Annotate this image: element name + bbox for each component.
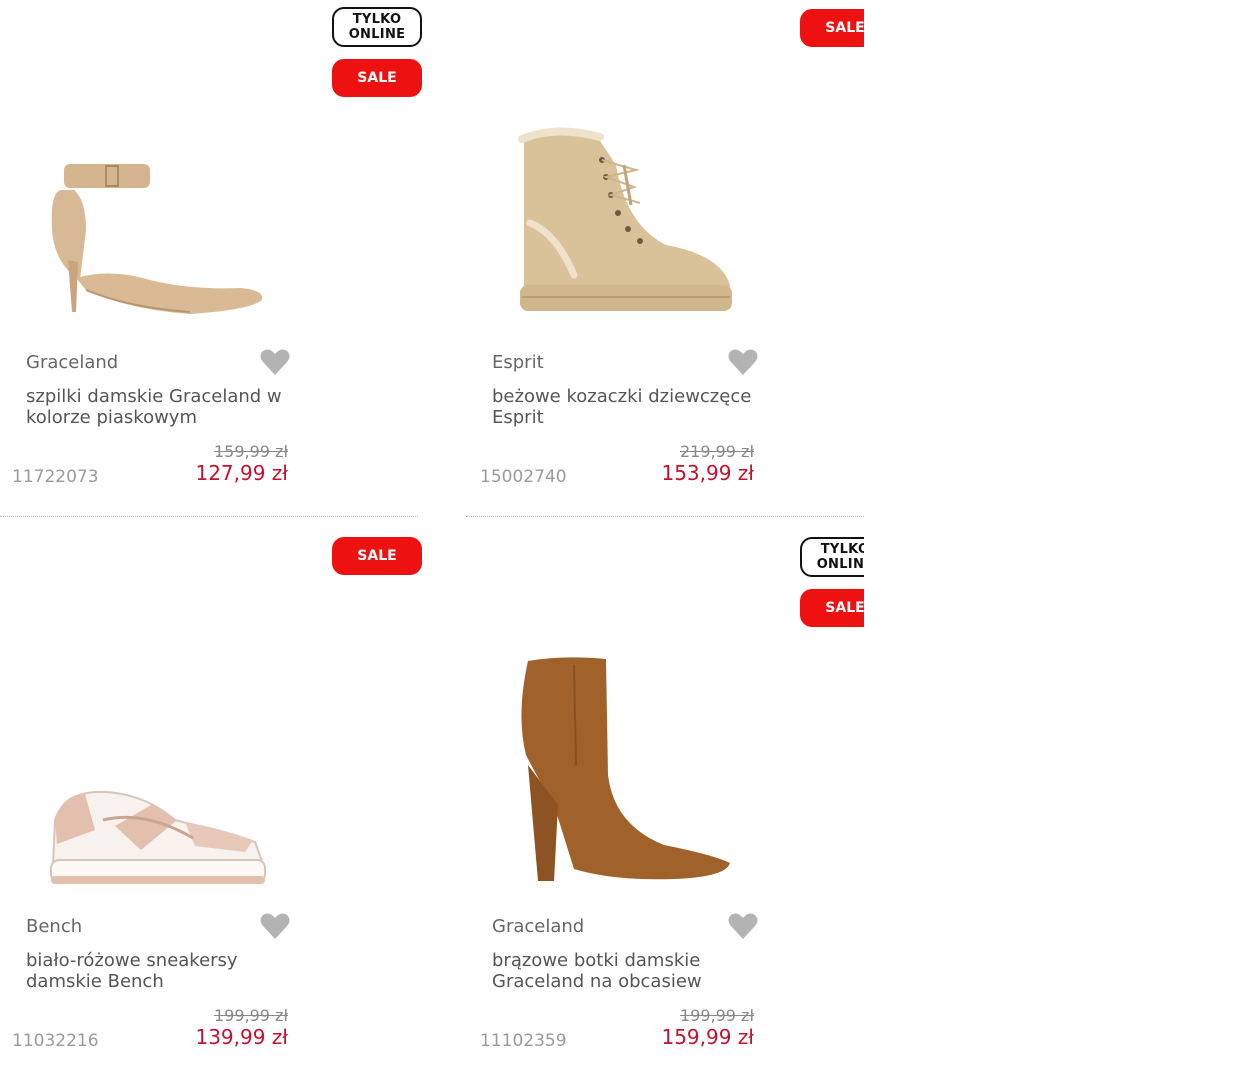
row-divider bbox=[466, 516, 864, 517]
product-card[interactable]: TYLKO ONLINE SALE Graceland brązowe botk… bbox=[466, 530, 886, 1051]
product-title[interactable]: biało-różowe sneakersy damskie Bench bbox=[26, 950, 296, 992]
product-brand: Graceland bbox=[26, 352, 119, 373]
favorite-heart-icon[interactable] bbox=[728, 348, 758, 376]
sale-price: 139,99 zł bbox=[195, 1025, 288, 1049]
row-divider bbox=[0, 516, 418, 517]
product-brand: Bench bbox=[26, 916, 83, 937]
sale-badge-clip: SALE bbox=[800, 589, 864, 627]
product-sku: 11722073 bbox=[12, 467, 99, 487]
product-title[interactable]: beżowe kozaczki dziewczęce Esprit bbox=[492, 386, 762, 428]
product-brand: Graceland bbox=[492, 916, 585, 937]
online-only-badge: TYLKO ONLINE bbox=[800, 537, 864, 577]
sale-price: 153,99 zł bbox=[661, 461, 754, 485]
favorite-heart-icon[interactable] bbox=[260, 348, 290, 376]
product-card[interactable]: SALE Bench biało-różowe sneakersy damski… bbox=[0, 530, 422, 1051]
sale-badge: SALE bbox=[332, 59, 422, 97]
product-sku: 15002740 bbox=[480, 467, 567, 487]
online-only-badge-clip: TYLKO ONLINE bbox=[800, 537, 864, 577]
product-card[interactable]: TYLKO ONLINE SALE Graceland szpilki dams… bbox=[0, 0, 422, 516]
sale-badge: SALE bbox=[332, 537, 422, 575]
product-image[interactable] bbox=[514, 655, 739, 885]
product-image[interactable] bbox=[40, 150, 280, 325]
old-price: 199,99 zł bbox=[213, 1006, 288, 1025]
product-title[interactable]: brązowe botki damskie Graceland na obcas… bbox=[492, 950, 762, 992]
sale-price: 159,99 zł bbox=[661, 1025, 754, 1049]
sale-badge: SALE bbox=[800, 9, 864, 47]
product-card[interactable]: SALE Esprit beżowe kozaczki dziewczęce E… bbox=[466, 0, 886, 516]
product-brand: Esprit bbox=[492, 352, 544, 373]
sale-price: 127,99 zł bbox=[195, 461, 288, 485]
sale-badge-clip: SALE bbox=[800, 9, 864, 47]
product-sku: 11032216 bbox=[12, 1031, 99, 1051]
old-price: 199,99 zł bbox=[679, 1006, 754, 1025]
product-title[interactable]: szpilki damskie Graceland w kolorze pias… bbox=[26, 386, 296, 428]
product-image[interactable] bbox=[45, 780, 270, 890]
old-price: 219,99 zł bbox=[679, 442, 754, 461]
old-price: 159,99 zł bbox=[213, 442, 288, 461]
product-sku: 11102359 bbox=[480, 1031, 567, 1051]
favorite-heart-icon[interactable] bbox=[260, 912, 290, 940]
product-image[interactable] bbox=[516, 125, 741, 320]
favorite-heart-icon[interactable] bbox=[728, 912, 758, 940]
sale-badge: SALE bbox=[800, 589, 864, 627]
online-only-badge: TYLKO ONLINE bbox=[332, 7, 422, 47]
